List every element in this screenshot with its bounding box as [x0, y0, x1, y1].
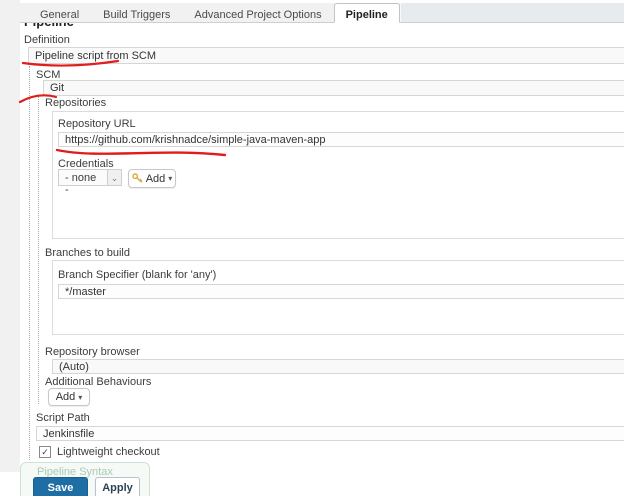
tab-advanced-project-options[interactable]: Advanced Project Options [182, 3, 333, 22]
lightweight-checkout-label: Lightweight checkout [57, 446, 160, 458]
repositories-section-label: Repositories [45, 97, 106, 109]
section-header-clipped: Pipeline [24, 23, 144, 31]
script-path-label: Script Path [36, 412, 90, 424]
repository-browser-select[interactable]: (Auto) [52, 359, 624, 374]
script-path-input[interactable] [36, 426, 624, 441]
definition-select[interactable]: Pipeline script from SCM [28, 47, 624, 64]
indent-guide-1 [29, 66, 30, 460]
add-credentials-button[interactable]: Add ▾ [128, 169, 176, 188]
branch-specifier-label: Branch Specifier (blank for 'any') [58, 269, 216, 281]
lightweight-checkout-row: ✓ Lightweight checkout [39, 446, 160, 458]
tab-pipeline[interactable]: Pipeline [334, 3, 400, 23]
tab-general[interactable]: General [28, 3, 91, 22]
repository-browser-label: Repository browser [45, 346, 140, 358]
credentials-select[interactable]: - none - ⌄ [58, 169, 122, 186]
scm-select[interactable]: Git [43, 80, 624, 96]
repository-url-input[interactable] [58, 132, 624, 147]
key-icon [132, 173, 143, 184]
caret-down-icon: ▾ [168, 174, 172, 183]
lightweight-checkout-checkbox[interactable]: ✓ [39, 446, 51, 458]
chevron-down-icon[interactable]: ⌄ [108, 169, 122, 186]
add-behaviour-button[interactable]: Add ▾ [48, 388, 90, 406]
indent-guide-2 [38, 96, 39, 404]
jenkins-pipeline-config-page: General Build Triggers Advanced Project … [0, 0, 624, 496]
tab-bar-filler [400, 3, 624, 22]
tab-build-triggers[interactable]: Build Triggers [91, 3, 182, 22]
page-left-margin [0, 0, 20, 472]
check-icon: ✓ [41, 447, 49, 457]
save-button[interactable]: Save [33, 477, 88, 496]
apply-button[interactable]: Apply [95, 477, 140, 496]
add-behaviour-button-label: Add [56, 391, 76, 403]
config-tab-bar: General Build Triggers Advanced Project … [20, 3, 624, 23]
repository-url-label: Repository URL [58, 118, 136, 130]
caret-down-icon: ▾ [78, 393, 82, 402]
definition-label: Definition [24, 34, 70, 46]
branches-section-label: Branches to build [45, 247, 130, 259]
additional-behaviours-label: Additional Behaviours [45, 376, 151, 388]
credentials-select-value: - none - [58, 169, 108, 186]
branch-specifier-input[interactable] [58, 284, 624, 299]
add-credentials-button-label: Add [146, 173, 166, 185]
